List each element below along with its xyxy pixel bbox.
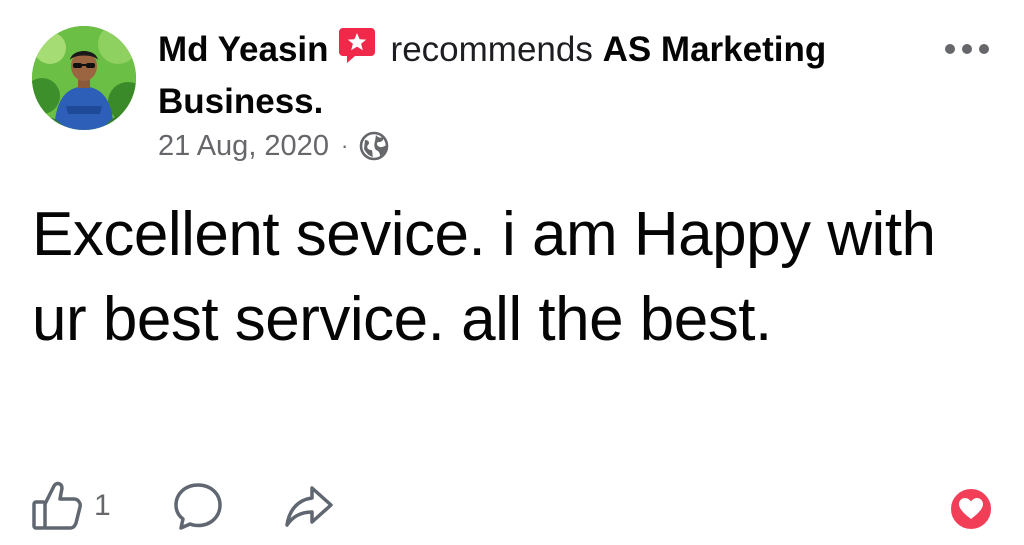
- share-arrow-icon[interactable]: [283, 480, 335, 532]
- post-actions: 1: [30, 478, 335, 534]
- like-count: 1: [94, 489, 111, 522]
- avatar[interactable]: [32, 26, 136, 130]
- recommendation-star-icon: [337, 25, 377, 65]
- post-date[interactable]: 21 Aug, 2020: [158, 130, 329, 163]
- review-text: Excellent sevice. i am Happy with ur bes…: [32, 200, 936, 354]
- love-heart-icon[interactable]: [948, 486, 994, 532]
- thumbs-up-icon[interactable]: [30, 478, 86, 534]
- meta-separator: ·: [340, 133, 349, 158]
- recommends-verb: recommends: [390, 30, 593, 69]
- like-button[interactable]: 1: [30, 478, 171, 534]
- more-options-icon[interactable]: [940, 34, 994, 64]
- globe-icon[interactable]: [358, 130, 390, 162]
- avatar-photo: [32, 26, 136, 130]
- comment-bubble-icon[interactable]: [171, 479, 225, 533]
- recommendation-post: Md Yeasin recommends AS Marketing Busines…: [0, 0, 1024, 545]
- author-name[interactable]: Md Yeasin: [158, 30, 329, 69]
- post-meta: 21 Aug, 2020 ·: [158, 124, 390, 168]
- post-header: Md Yeasin recommends AS Marketing Busines…: [158, 24, 938, 128]
